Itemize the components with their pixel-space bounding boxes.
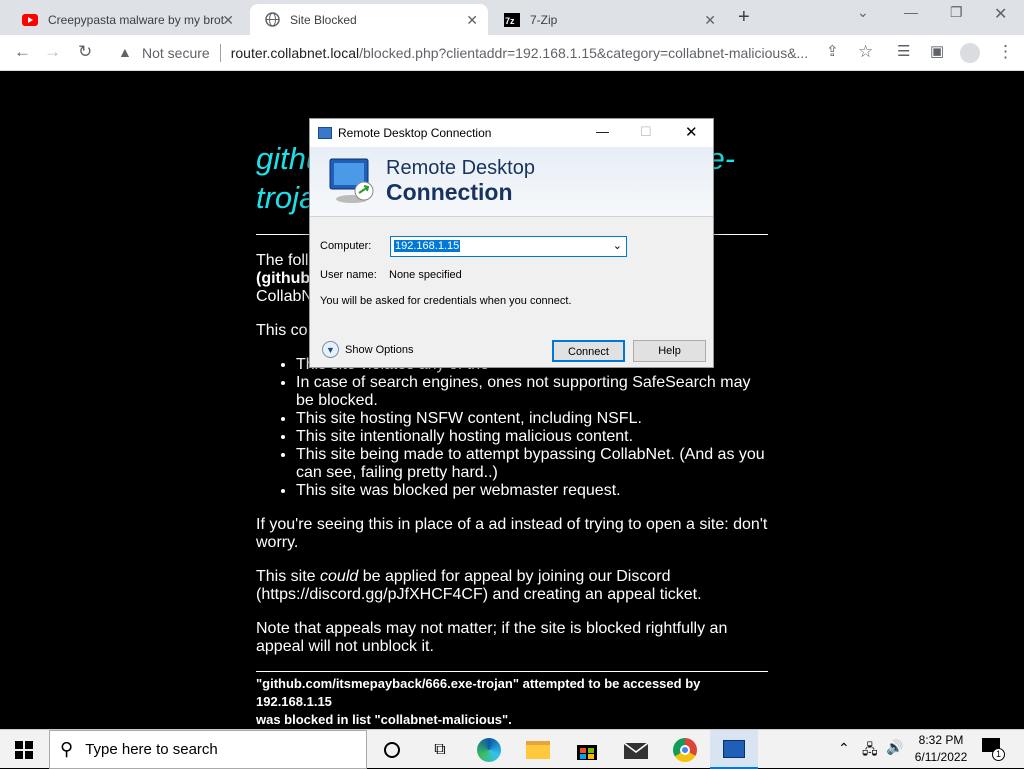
help-button[interactable]: Help [633, 340, 706, 362]
footer-divider [256, 671, 768, 672]
profile-avatar[interactable] [960, 43, 980, 63]
mail-icon[interactable] [612, 730, 660, 769]
search-placeholder: Type here to search [85, 741, 218, 758]
expand-down-icon: ▼ [322, 341, 339, 358]
close-tab-icon[interactable]: ✕ [222, 12, 234, 29]
url-host: router.collabnet.local [230, 45, 360, 61]
start-button[interactable] [0, 730, 48, 769]
task-view-icon[interactable]: ⧉ [416, 730, 464, 769]
list-item: This site being made to attempt bypassin… [296, 446, 770, 482]
clock-date: 6/11/2022 [914, 750, 968, 764]
rdp-app-icon [318, 127, 332, 139]
rdp-window-title: Remote Desktop Connection [338, 126, 492, 140]
globe-icon [264, 12, 280, 28]
search-box[interactable]: ⚲ Type here to search [49, 730, 367, 769]
reload-icon[interactable]: ↻ [78, 42, 92, 62]
show-options-toggle[interactable]: ▼ Show Options [322, 341, 413, 358]
minimize-button[interactable]: — [904, 4, 918, 20]
list-item: In case of search engines, ones not supp… [296, 374, 770, 410]
edge-icon[interactable] [465, 730, 513, 769]
computer-combobox[interactable]: 192.168.1.15 ⌄ [390, 236, 627, 257]
url-path: /blocked.php?clientaddr=192.168.1.15&cat… [359, 45, 809, 61]
notification-center-icon[interactable]: 1 [982, 738, 1005, 761]
tab-search-icon[interactable]: ⌄ [857, 4, 869, 21]
warning-icon: ▲ [118, 44, 132, 60]
browser-toolbar: ← → ↻ ▲ Not secure router.collabnet.loca… [0, 35, 1024, 71]
footer-ip: 192.168.1.15 [256, 694, 332, 709]
clock[interactable]: 8:32 PM 6/11/2022 [910, 732, 972, 766]
share-icon[interactable]: ⇪ [826, 42, 839, 60]
menu-dots-icon[interactable]: ⋮ [997, 42, 1014, 62]
bookmark-star-icon[interactable]: ☆ [858, 42, 873, 62]
appeal-text: This site [256, 568, 321, 585]
close-button[interactable]: ✕ [685, 123, 698, 141]
side-panel-icon[interactable]: ▣ [930, 42, 944, 60]
computer-value: 192.168.1.15 [394, 240, 461, 252]
volume-icon[interactable]: 🔊 [886, 739, 903, 756]
taskbar: ⚲ Type here to search ⧉ ⌃ 🖧 🔊 8:32 PM 6/… [0, 729, 1024, 769]
monitor-icon [329, 158, 374, 203]
7zip-icon: 7z [504, 12, 520, 28]
notification-badge: 1 [992, 748, 1005, 761]
appeal-paragraph: This site could be applied for appeal by… [256, 568, 770, 604]
tab-strip: Creepypasta malware by my brot ✕ Site Bl… [0, 0, 1024, 35]
rdp-dialog: Remote Desktop Connection — ☐ ✕ Remote D… [309, 118, 714, 368]
rdp-titlebar: Remote Desktop Connection — ☐ ✕ [310, 119, 713, 147]
reading-list-icon[interactable]: ☰ [897, 42, 910, 60]
minimize-button[interactable]: — [596, 124, 609, 139]
security-label: Not secure [142, 45, 210, 61]
cortana-icon[interactable] [368, 730, 416, 769]
chrome-icon[interactable] [661, 730, 709, 769]
list-item: This site was blocked per webmaster requ… [296, 482, 770, 500]
footer-line: "github.com/itsmepayback/666.exe-trojan"… [256, 676, 701, 691]
footer-line: was blocked in list "collabnet-malicious… [256, 712, 512, 727]
browser-chrome: Creepypasta malware by my brot ✕ Site Bl… [0, 0, 1024, 71]
reasons-list-container: This site violates any of the In case of… [256, 356, 770, 500]
show-hidden-icons[interactable]: ⌃ [838, 740, 850, 757]
tab-7zip[interactable]: 7z 7-Zip ✕ [490, 4, 726, 35]
credentials-note: You will be asked for credentials when y… [320, 295, 572, 307]
banner-line1: Remote Desktop [386, 157, 535, 179]
banner-line2: Connection [386, 179, 513, 205]
rdp-banner: Remote Desktop Connection [310, 147, 713, 217]
tab-title: 7-Zip [530, 12, 558, 27]
address-bar[interactable]: ▲ Not secure router.collabnet.local/bloc… [108, 38, 886, 68]
username-label: User name: [320, 269, 377, 281]
footer-text: "github.com/itsmepayback/666.exe-trojan"… [256, 675, 776, 729]
tab-youtube[interactable]: Creepypasta malware by my brot ✕ [8, 4, 244, 35]
tab-site-blocked[interactable]: Site Blocked ✕ [250, 4, 488, 35]
maximize-button[interactable]: ☐ [640, 124, 652, 140]
new-tab-button[interactable]: + [738, 6, 750, 29]
connect-button[interactable]: Connect [552, 340, 625, 362]
close-window-button[interactable]: ✕ [994, 4, 1007, 24]
rdp-taskbar-icon[interactable] [710, 730, 758, 769]
computer-label: Computer: [320, 240, 372, 252]
show-options-label: Show Options [345, 343, 414, 356]
list-item: This site hosting NSFW content, includin… [296, 410, 770, 428]
network-icon[interactable]: 🖧 [862, 739, 878, 763]
youtube-icon [22, 12, 38, 28]
url-text: router.collabnet.local/blocked.php?clien… [231, 45, 821, 61]
reasons-list: This site violates any of the In case of… [296, 356, 770, 500]
restore-button[interactable]: ❐ [950, 4, 963, 21]
windows-icon [15, 740, 33, 759]
back-icon[interactable]: ← [14, 42, 31, 62]
tab-title: Creepypasta malware by my brot [48, 12, 225, 27]
omnibox-divider [219, 44, 221, 62]
file-explorer-icon[interactable] [514, 730, 562, 769]
forward-icon[interactable]: → [44, 42, 61, 62]
note-paragraph: Note that appeals may not matter; if the… [256, 620, 728, 655]
clock-time: 8:32 PM [918, 733, 964, 747]
username-value: None specified [389, 269, 462, 281]
search-icon: ⚲ [60, 739, 74, 759]
tab-title: Site Blocked [290, 12, 357, 27]
close-tab-icon[interactable]: ✕ [704, 12, 716, 29]
list-item: This site intentionally hosting maliciou… [296, 428, 770, 446]
appeal-emphasis: could [320, 568, 359, 585]
store-icon[interactable] [563, 730, 611, 769]
ad-paragraph: If you're seeing this in place of a ad i… [256, 516, 768, 551]
chevron-down-icon[interactable]: ⌄ [613, 239, 622, 252]
close-tab-icon[interactable]: ✕ [466, 12, 478, 29]
svg-text:7z: 7z [505, 16, 515, 26]
